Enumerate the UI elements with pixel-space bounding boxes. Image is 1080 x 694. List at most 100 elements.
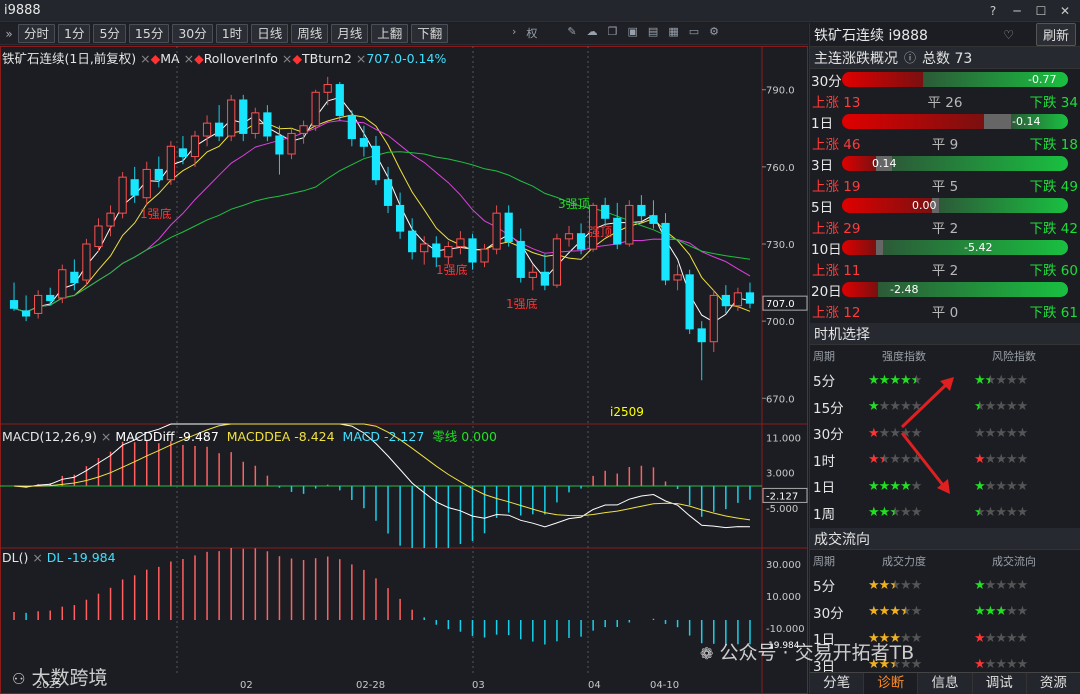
legend-rollover: RolloverInfo <box>203 51 278 66</box>
grid-icon[interactable]: ▦ <box>668 25 678 41</box>
dl-legend: DL() × DL -19.984 <box>2 550 116 565</box>
chart-area[interactable]: 790.0 760.0 730.0 700.0 670.0 707.0 1强底 1强底 1强底 3… <box>0 46 808 694</box>
refresh-button[interactable]: 刷新 <box>1035 23 1076 46</box>
overview-count-row-1: 上涨 46 平 9 下跌 18 <box>810 132 1080 153</box>
candle-body-24 <box>299 125 308 134</box>
draw-icon[interactable]: ✎ <box>567 25 576 41</box>
timing-rating-a: ★★★★★ <box>868 452 922 468</box>
main-legend: 铁矿石连续(1日,前复权) ×◆MA ×◆RolloverInfo ×◆TBtu… <box>2 51 447 66</box>
candle-body-51 <box>625 204 634 245</box>
timing-rating-a: ★★★★★ <box>868 505 922 521</box>
timing-rating-b: ★★★★★ <box>974 425 1028 441</box>
down-count: 下跌 18 <box>1029 136 1078 153</box>
candle-body-21 <box>263 112 272 137</box>
timing-period: 5分 <box>813 374 836 391</box>
maximize-icon[interactable]: ☐ <box>1032 2 1050 20</box>
timing-list: 5分 ★★★★★ ★★★★★ 15分 ★★★★★ ★★★★★ 30分 ★★★★★ ★★★★★ 1时… <box>810 367 1080 526</box>
period-button-10[interactable]: 下翻 <box>411 24 449 43</box>
candle-body-9 <box>118 176 127 214</box>
dl-tick-label-0: 30.000 <box>766 560 801 571</box>
candle-body-31 <box>383 179 393 206</box>
candle-body-13 <box>166 145 175 181</box>
table-icon[interactable]: ▤ <box>648 25 658 41</box>
heart-icon[interactable]: ♡ <box>1003 28 1014 42</box>
flow-header-period: 周期 <box>813 555 835 568</box>
help-circle-icon[interactable]: ⓘ <box>904 49 916 66</box>
overview-bar-row-4: 10日 -5.42 <box>810 237 1080 258</box>
main-tick-label-2: 730.0 <box>766 240 795 251</box>
up-count: 上涨 46 <box>812 136 861 153</box>
flow-rating-b: ★★★★★ <box>974 630 1028 646</box>
timing-row-1: 15分 ★★★★★ ★★★★★ <box>810 394 1080 421</box>
watermark-left-text: 大数跨境 <box>31 667 108 689</box>
main-tick-label-3: 700.0 <box>766 317 795 328</box>
candle-body-53 <box>649 215 658 224</box>
flow-period: 30分 <box>813 605 844 622</box>
legend-value: 707.0-0.14% <box>366 51 447 66</box>
up-count: 上涨 29 <box>812 220 861 237</box>
cloud-icon[interactable]: ☁ <box>587 25 598 41</box>
candle-body-35 <box>432 243 441 258</box>
flow-row-1: 30分 ★★★★★ ★★★★★ <box>810 599 1080 626</box>
timing-period: 15分 <box>813 400 844 417</box>
legend-symbol: 铁矿石连续(1日,前复权) <box>2 51 137 66</box>
candle-body-18 <box>227 99 236 137</box>
layout-icon[interactable]: ▣ <box>628 25 638 41</box>
candle-body-5 <box>70 271 79 284</box>
period-button-7[interactable]: 周线 <box>291 24 329 43</box>
period-button-2[interactable]: 5分 <box>93 24 126 43</box>
tab-3[interactable]: 调试 <box>973 673 1027 694</box>
more-icon[interactable]: › <box>512 25 516 41</box>
period-button-3[interactable]: 15分 <box>128 24 170 43</box>
down-count: 下跌 42 <box>1029 220 1078 237</box>
window-icon[interactable]: ▭ <box>689 25 699 41</box>
macd-legend: MACD(12,26,9) × MACDDiff -9.487 MACDDEA … <box>2 429 497 444</box>
period-button-1[interactable]: 1分 <box>58 24 91 43</box>
rights-icon[interactable]: 权 <box>526 25 537 41</box>
candle-body-16 <box>202 122 212 137</box>
period-button-8[interactable]: 月线 <box>331 24 369 43</box>
candle-body-41 <box>504 212 513 242</box>
candle-body-32 <box>395 204 405 232</box>
expand-left-icon[interactable]: » <box>0 27 18 41</box>
close-icon[interactable]: ✕ <box>1056 2 1074 20</box>
dl-value: DL -19.984 <box>46 550 116 565</box>
timing-rating-b: ★★★★★ <box>974 478 1028 494</box>
flow-title-text: 成交流向 <box>814 531 870 548</box>
overview-period: 20日 <box>811 283 842 300</box>
help-icon[interactable]: ? <box>984 2 1002 20</box>
period-button-6[interactable]: 日线 <box>251 24 289 43</box>
tab-1[interactable]: 诊断 <box>864 673 919 694</box>
chart-canvas[interactable]: 790.0 760.0 730.0 700.0 670.0 707.0 1强底 1强底 1强底 3… <box>0 46 808 694</box>
candle-body-10 <box>130 179 139 196</box>
settings-icon[interactable]: ⚙ <box>709 25 719 41</box>
ma-line-2 <box>13 120 751 313</box>
minimize-icon[interactable]: ─ <box>1008 2 1026 20</box>
period-button-5[interactable]: 1时 <box>215 24 249 43</box>
candle-body-34 <box>420 243 429 253</box>
tab-0[interactable]: 分笔 <box>810 673 865 694</box>
macd-diff: MACDDiff -9.487 <box>115 429 219 444</box>
overview-bar: 0.00 <box>842 198 1068 213</box>
period-button-4[interactable]: 30分 <box>172 24 213 43</box>
candle-body-20 <box>251 112 260 134</box>
candle-body-12 <box>154 168 163 181</box>
main-tick-label-1: 760.0 <box>766 163 795 174</box>
timing-header-risk: 风险指数 <box>992 350 1036 363</box>
candle-body-3 <box>46 294 55 302</box>
overview-bar-row-1: 1日 -0.14 <box>810 111 1080 132</box>
copy-icon[interactable]: ❐ <box>608 25 618 41</box>
legend-tbturn: TBturn2 <box>302 51 352 66</box>
candle-body-2 <box>34 294 43 314</box>
candle-body-22 <box>275 135 284 155</box>
macd-tick-label-1: 3.000 <box>766 469 795 480</box>
timing-rating-b: ★★★★★ <box>974 452 1028 468</box>
period-button-0[interactable]: 分时 <box>18 24 56 43</box>
timing-rating-b: ★★★★★ <box>974 505 1028 521</box>
tab-2[interactable]: 信息 <box>918 673 973 694</box>
tab-4[interactable]: 资源 <box>1027 673 1080 694</box>
timing-row-4: 1日 ★★★★★ ★★★★★ <box>810 473 1080 500</box>
timing-rating-b: ★★★★★ <box>974 372 1028 388</box>
period-button-9[interactable]: 上翻 <box>371 24 409 43</box>
watermark-right-text: 公众号 · 交易开拓者TB <box>719 642 915 664</box>
